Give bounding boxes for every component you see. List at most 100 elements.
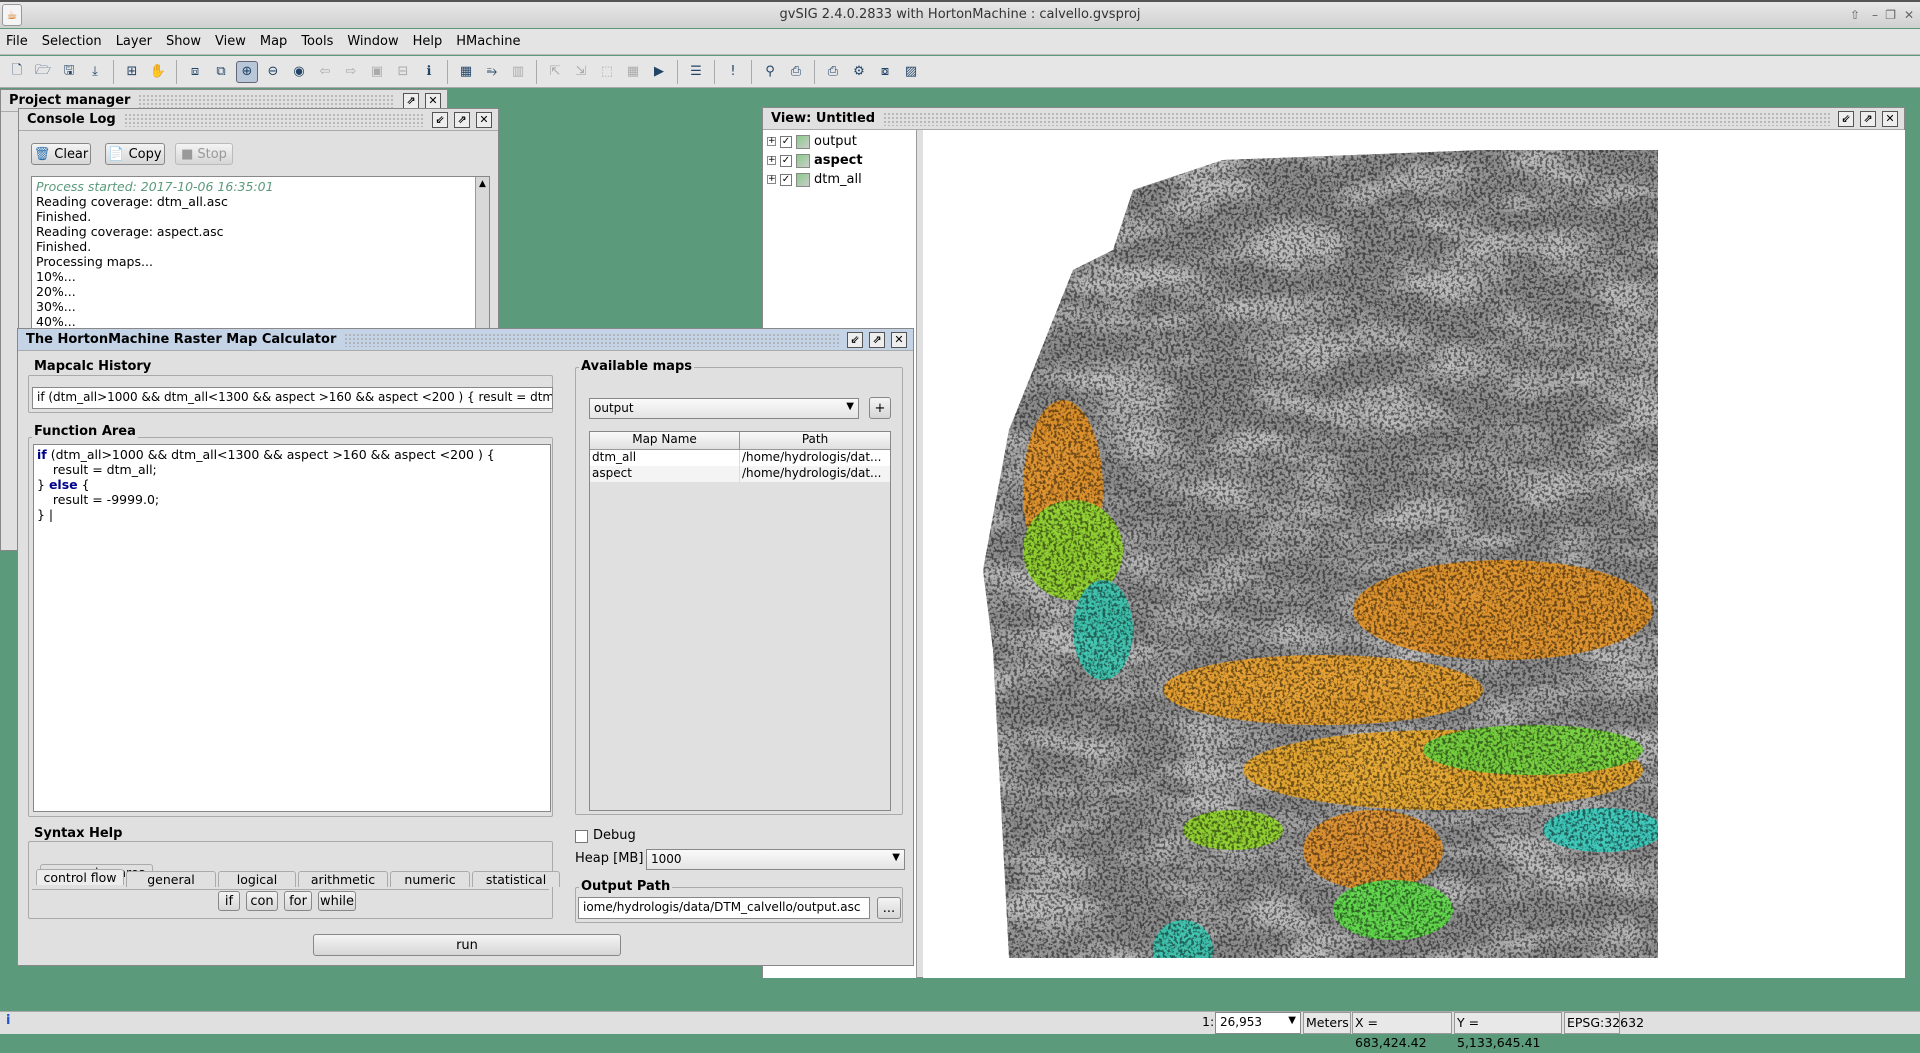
menu-help[interactable]: Help	[413, 34, 443, 49]
debug-checkbox[interactable]	[575, 830, 588, 843]
close-icon[interactable]: ✕	[476, 111, 492, 128]
zoom-scale-icon[interactable]: ⊟	[392, 61, 414, 83]
scripting-icon[interactable]: ▶	[648, 61, 670, 83]
measure-area-icon[interactable]: ▦	[455, 61, 477, 83]
calculator-titlebar[interactable]: The HortonMachine Raster Map Calculator ⇙…	[18, 329, 913, 351]
maximize-icon[interactable]: ⇗	[1860, 110, 1876, 127]
minimize-icon[interactable]: –	[1872, 2, 1878, 28]
history-field[interactable]: if (dtm_all>1000 && dtm_all<1300 && aspe…	[32, 387, 553, 409]
layer-item-aspect[interactable]: + ✓ aspect	[763, 151, 916, 170]
tab-general[interactable]: general	[126, 871, 216, 887]
menu-window[interactable]: Window	[347, 34, 398, 49]
menu-hmachine[interactable]: HMachine	[456, 34, 520, 49]
zoom-all-icon[interactable]: ⧈	[184, 61, 206, 83]
pan-icon[interactable]: ✋	[147, 61, 169, 83]
menu-map[interactable]: Map	[260, 34, 287, 49]
image-icon[interactable]: ▨	[900, 61, 922, 83]
syntax-while-button[interactable]: while	[318, 891, 356, 911]
restore-icon[interactable]: ❐	[1885, 2, 1896, 28]
save-project-icon[interactable]: 🖫	[58, 61, 80, 83]
select-icon[interactable]: ⇱	[544, 61, 566, 83]
layer-visibility-checkbox[interactable]: ✓	[780, 135, 792, 148]
copy-button[interactable]: 📄 Copy	[105, 143, 165, 165]
layer-item-output[interactable]: + ✓ output	[763, 132, 916, 151]
run-button[interactable]: run	[313, 934, 621, 956]
table-row[interactable]: aspect/home/hydrologis/dat...	[590, 466, 890, 482]
console-output[interactable]: Process started: 2017-10-06 16:35:01 Rea…	[31, 176, 490, 336]
new-project-icon[interactable]: 🗋	[6, 61, 28, 83]
menu-show[interactable]: Show	[166, 34, 201, 49]
menu-layer[interactable]: Layer	[116, 34, 152, 49]
menu-selection[interactable]: Selection	[42, 34, 102, 49]
grid-icon[interactable]: ▥	[507, 61, 529, 83]
map-select[interactable]: output ▼	[589, 398, 859, 419]
zoom-next-icon[interactable]: ⇨	[340, 61, 362, 83]
syntax-con-button[interactable]: con	[246, 891, 278, 911]
maximize-icon[interactable]: ⇗	[403, 92, 419, 109]
maximize-icon[interactable]: ⇗	[454, 111, 470, 128]
console-titlebar[interactable]: Console Log ⇙ ⇗ ✕	[19, 109, 498, 131]
select-grid-icon[interactable]: ▦	[622, 61, 644, 83]
hortonmachine-icon[interactable]: ⚲	[759, 61, 781, 83]
output-path-field[interactable]: iome/hydrologis/data/DTM_calvello/output…	[578, 897, 870, 919]
browse-button[interactable]: ...	[877, 897, 901, 919]
print-icon[interactable]: ⎙	[785, 61, 807, 83]
minimize-icon[interactable]: ⇙	[1838, 110, 1854, 127]
settings-icon[interactable]: ⚙	[848, 61, 870, 83]
map-raster[interactable]	[923, 130, 1905, 978]
menu-tools[interactable]: Tools	[301, 34, 333, 49]
layer-item-dtm_all[interactable]: + ✓ dtm_all	[763, 170, 916, 189]
close-icon[interactable]: ✕	[891, 331, 907, 348]
scroll-up-icon[interactable]: ▲	[476, 177, 489, 192]
menu-view[interactable]: View	[215, 34, 246, 49]
scale-select[interactable]: 26,953 ▼	[1215, 1012, 1301, 1034]
close-icon[interactable]: ✕	[1904, 2, 1914, 28]
plugin-icon[interactable]: ⧇	[874, 61, 896, 83]
info-icon[interactable]: ℹ	[418, 61, 440, 83]
stop-button[interactable]: ■ Stop	[175, 143, 233, 165]
add-map-button[interactable]: +	[869, 397, 891, 419]
close-icon[interactable]: ✕	[1882, 110, 1898, 127]
console-scrollbar[interactable]: ▲	[475, 177, 489, 335]
zoom-layer-icon[interactable]: ▣	[366, 61, 388, 83]
properties-icon[interactable]: ☰	[685, 61, 707, 83]
new-layer-icon[interactable]: ⊞	[121, 61, 143, 83]
print2-icon[interactable]: ⎙	[822, 61, 844, 83]
measure-distance-icon[interactable]: ⥱	[481, 61, 503, 83]
zoom-select-icon[interactable]: ⧉	[210, 61, 232, 83]
tab-arithmetic[interactable]: arithmetic	[298, 871, 388, 887]
info-icon[interactable]: i	[6, 1013, 10, 1028]
tab-logical[interactable]: logical	[218, 871, 296, 887]
expand-icon[interactable]: +	[767, 137, 776, 146]
table-row[interactable]: dtm_all/home/hydrologis/dat...	[590, 450, 890, 466]
map-canvas[interactable]	[923, 130, 1905, 978]
minimize-icon[interactable]: ⇙	[847, 331, 863, 348]
tab-control-flow[interactable]: control flow	[36, 869, 124, 885]
view-titlebar[interactable]: View: Untitled ⇙ ⇗ ✕	[763, 108, 1904, 130]
maximize-icon[interactable]: ⇗	[869, 331, 885, 348]
minimize-icon[interactable]: ⇙	[432, 111, 448, 128]
clear-button[interactable]: 🗑 Clear	[31, 143, 91, 165]
zoom-in-icon[interactable]: ⊕	[236, 60, 258, 83]
layer-visibility-checkbox[interactable]: ✓	[780, 154, 792, 167]
menu-file[interactable]: File	[6, 34, 28, 49]
zoom-previous-icon[interactable]: ⇦	[314, 61, 336, 83]
expand-icon[interactable]: +	[767, 156, 776, 165]
close-icon[interactable]: ✕	[425, 92, 441, 109]
add-layer-icon[interactable]: ⤓	[84, 61, 106, 83]
open-project-icon[interactable]: 🗁	[32, 61, 54, 83]
layer-visibility-checkbox[interactable]: ✓	[780, 173, 792, 186]
syntax-if-button[interactable]: if	[218, 891, 240, 911]
column-header-path[interactable]: Path	[740, 432, 890, 449]
maximize-up-icon[interactable]: ⇧	[1850, 2, 1860, 28]
syntax-for-button[interactable]: for	[284, 891, 312, 911]
zoom-out-icon[interactable]: ⊖	[262, 61, 284, 83]
select-polygon-icon[interactable]: ⬚	[596, 61, 618, 83]
full-extent-icon[interactable]: ◉	[288, 61, 310, 83]
heap-select[interactable]: 1000 ▼	[646, 849, 905, 870]
function-editor[interactable]: if (dtm_all>1000 && dtm_all<1300 && aspe…	[33, 444, 551, 812]
error-icon[interactable]: !	[722, 61, 744, 83]
tab-numeric[interactable]: numeric	[390, 871, 470, 887]
expand-icon[interactable]: +	[767, 175, 776, 184]
tab-statistical[interactable]: statistical	[472, 871, 560, 887]
